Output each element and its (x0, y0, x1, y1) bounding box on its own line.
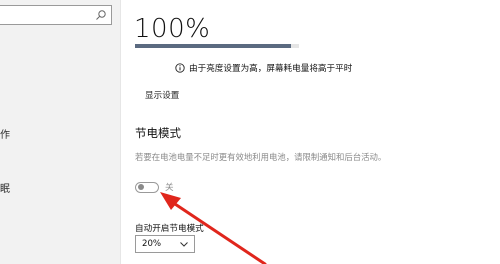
battery-saver-toggle[interactable] (135, 181, 159, 193)
toggle-knob (138, 184, 144, 190)
brightness-bar-fill (135, 44, 291, 48)
toggle-state-label: 关 (165, 183, 174, 193)
threshold-value: 20% (142, 239, 162, 249)
battery-threshold-select[interactable]: 20% (135, 235, 195, 253)
battery-settings-panel: 100% 由于亮度设置为高，屏幕耗电量将高于平时 显示设置 节电模式 若要在电池… (120, 0, 500, 264)
battery-saver-toggle-row: 关 (135, 181, 174, 193)
brightness-bar (135, 44, 299, 48)
settings-sidebar: 作 眠 (0, 0, 121, 264)
info-icon (175, 63, 185, 73)
section-title-battery-saver: 节电模式 (135, 126, 181, 140)
battery-saver-description: 若要在电池电量不足时更有效地利用电池，请限制通知和后台活动。 (135, 152, 387, 162)
search-input[interactable] (0, 5, 112, 25)
brightness-info-message: 由于亮度设置为高，屏幕耗电量将高于平时 (175, 62, 352, 74)
display-settings-link[interactable]: 显示设置 (145, 89, 179, 101)
auto-battery-saver-label: 自动开启节电模式 (135, 224, 204, 234)
chevron-down-icon (180, 241, 188, 247)
sidebar-item-partial[interactable]: 作 (0, 126, 10, 141)
sidebar-item-partial[interactable]: 眠 (0, 180, 10, 195)
search-icon[interactable] (95, 9, 107, 21)
info-text: 由于亮度设置为高，屏幕耗电量将高于平时 (189, 64, 353, 74)
brightness-percent: 100% (134, 14, 211, 44)
